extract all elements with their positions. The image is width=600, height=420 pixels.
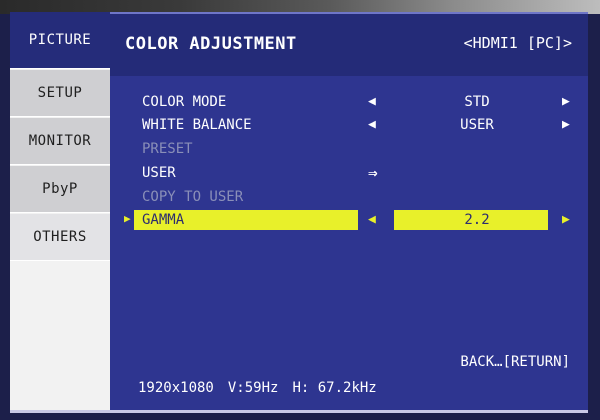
left-arrow-icon[interactable]: ◀ (368, 212, 376, 227)
menu-row-preset: PRESET (110, 139, 588, 161)
vertical-frequency-readout: V:59Hz (227, 380, 279, 396)
selection-cursor-icon: ▶ (124, 212, 131, 225)
tab-monitor[interactable]: MONITOR (10, 118, 110, 165)
osd-menu: PICTURE SETUP MONITOR PbyP OTHERS COLOR … (10, 12, 588, 413)
gamma-value: 2.2 (464, 212, 490, 228)
user-label: USER (142, 165, 176, 181)
sidebar: PICTURE SETUP MONITOR PbyP OTHERS (10, 12, 110, 410)
right-arrow-icon[interactable]: ▶ (562, 94, 570, 109)
left-arrow-icon[interactable]: ◀ (368, 117, 376, 132)
menu-row-white-balance[interactable]: WHITE BALANCE ◀ USER ▶ (110, 115, 588, 137)
menu-row-copy-to-user: COPY TO USER (110, 187, 588, 209)
tab-others[interactable]: OTHERS (10, 214, 110, 261)
tab-setup[interactable]: SETUP (10, 70, 110, 117)
tab-pbyp[interactable]: PbyP (10, 166, 110, 213)
horizontal-frequency-readout: H: 67.2kHz (292, 380, 377, 396)
white-balance-label: WHITE BALANCE (142, 117, 252, 133)
right-arrow-icon[interactable]: ▶ (562, 212, 570, 227)
menu-row-user[interactable]: USER ⇒ (110, 163, 588, 185)
enter-arrow-icon[interactable]: ⇒ (368, 163, 378, 182)
input-source-label: <HDMI1 [PC]> (463, 34, 572, 52)
menu-row-color-mode[interactable]: COLOR MODE ◀ STD ▶ (110, 92, 588, 114)
white-balance-value: USER (460, 117, 494, 133)
resolution-readout: 1920x1080 (138, 380, 214, 396)
copy-to-user-label: COPY TO USER (142, 189, 244, 205)
preset-label: PRESET (142, 141, 193, 157)
right-arrow-icon[interactable]: ▶ (562, 117, 570, 132)
color-mode-value: STD (464, 94, 490, 110)
color-mode-label: COLOR MODE (142, 94, 227, 110)
tab-picture[interactable]: PICTURE (10, 12, 110, 69)
back-return-hint[interactable]: BACK…[RETURN] (460, 354, 570, 370)
signal-status-bar: 1920x1080 V:59Hz H: 67.2kHz (138, 380, 391, 396)
gamma-label: GAMMA (142, 212, 185, 228)
left-arrow-icon[interactable]: ◀ (368, 94, 376, 109)
menu-row-gamma[interactable]: ▶ GAMMA ◀ 2.2 ▶ (110, 210, 588, 232)
page-title: COLOR ADJUSTMENT (125, 34, 297, 54)
